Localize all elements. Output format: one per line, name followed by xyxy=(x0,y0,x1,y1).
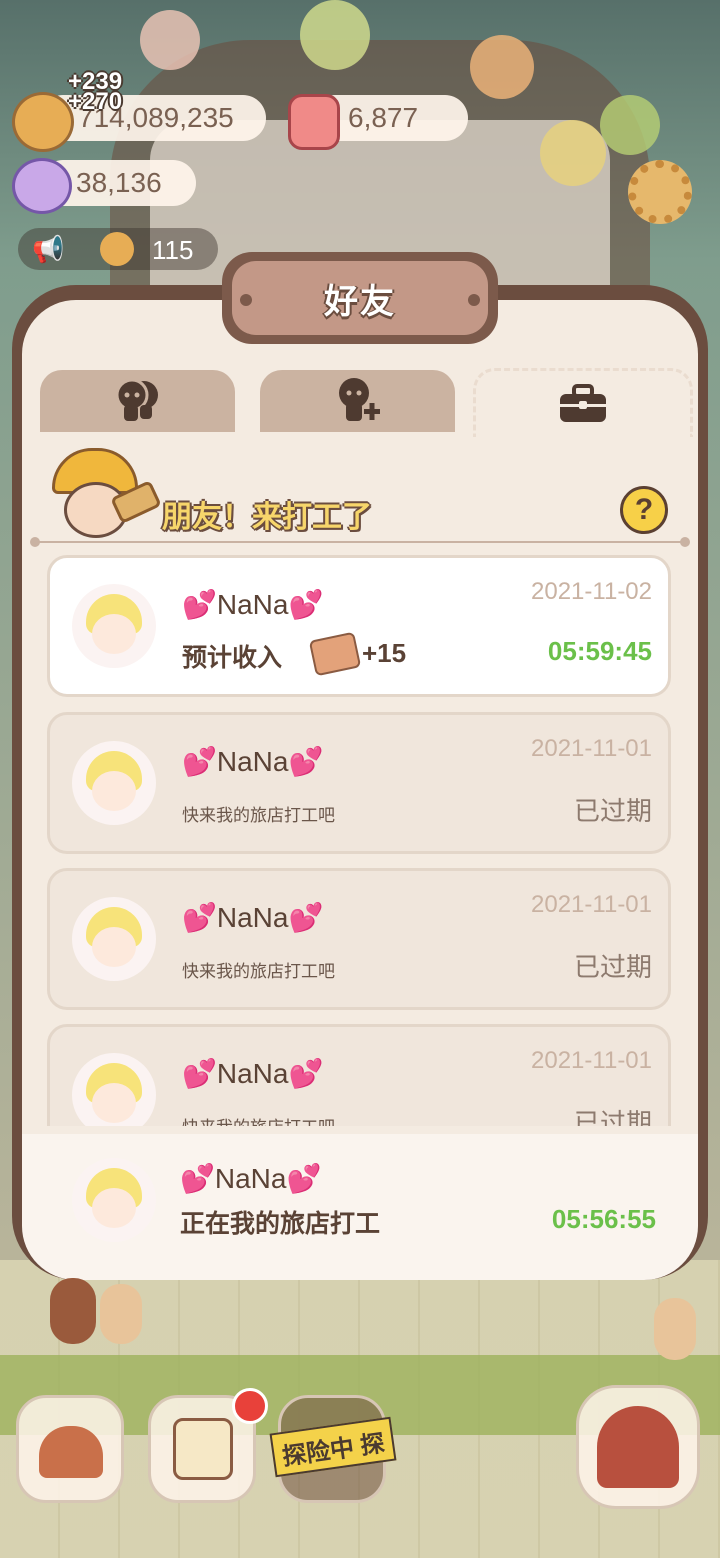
bubble-decoration xyxy=(300,0,370,70)
invite-message: 快来我的旅店打工吧 xyxy=(182,1113,335,1126)
bubble-decoration xyxy=(600,95,660,155)
friend-name: 💕NaNa💕 xyxy=(182,902,324,933)
cookie-character xyxy=(100,1284,142,1344)
expired-label: 已过期 xyxy=(573,952,652,982)
invite-list[interactable]: 💕NaNa💕 2021-11-02 预计收入 +15 05:59:45 💕NaN… xyxy=(22,548,698,1126)
invite-card[interactable]: 💕NaNa💕 2021-11-01 快来我的旅店打工吧 已过期 xyxy=(47,1024,671,1126)
circus-button[interactable] xyxy=(576,1385,700,1509)
worker-timer: 05:56:55 xyxy=(551,1204,656,1234)
invite-date: 2021-11-01 xyxy=(531,1047,652,1074)
friend-name: 💕NaNa💕 xyxy=(182,746,324,777)
cookie-character xyxy=(654,1298,696,1360)
visitor-bar[interactable]: 📢 115 xyxy=(18,228,218,270)
tent-icon xyxy=(597,1406,679,1488)
avatar xyxy=(72,584,156,668)
worker-name: 💕NaNa💕 xyxy=(180,1163,322,1194)
expired-label: 已过期 xyxy=(573,796,652,826)
question-icon: ? xyxy=(634,493,654,526)
divider-dot xyxy=(30,537,40,547)
megaphone-icon: 📢 xyxy=(32,234,65,264)
banner-title: 朋友！来打工了 xyxy=(162,501,372,534)
candy-balance-value: 38,136 xyxy=(76,167,162,198)
tab-work[interactable] xyxy=(473,368,693,437)
worker-status: 正在我的旅店打工 xyxy=(180,1210,381,1238)
friends-icon xyxy=(115,378,158,421)
game-scene: 714,089,235 +239 +270 6,877 38,136 📢 115… xyxy=(0,0,720,1558)
help-button[interactable]: ? xyxy=(620,486,668,534)
add-friend-icon xyxy=(338,378,380,421)
dialog-title: 好友 xyxy=(232,261,488,335)
bubble-decoration xyxy=(140,10,200,70)
reward-amount: +15 xyxy=(362,638,407,668)
divider xyxy=(34,541,686,543)
invite-card[interactable]: 💕NaNa💕 2021-11-01 快来我的旅店打工吧 已过期 xyxy=(47,868,671,1010)
worker-mascot xyxy=(44,448,162,540)
countdown-timer: 05:59:45 xyxy=(547,636,652,666)
invite-card[interactable]: 💕NaNa💕 2021-11-02 预计收入 +15 05:59:45 xyxy=(47,555,671,697)
expected-income-label: 预计收入 xyxy=(182,644,283,672)
gingerbread-character xyxy=(50,1278,96,1344)
jelly-balance-value: 6,877 xyxy=(348,102,419,133)
bubble-decoration xyxy=(540,120,606,186)
notification-badge xyxy=(232,1388,268,1424)
candy-icon xyxy=(12,158,72,214)
friend-name: 💕NaNa💕 xyxy=(182,1058,324,1089)
avatar xyxy=(72,897,156,981)
invite-date: 2021-11-02 xyxy=(531,578,652,605)
visitor-count: 115 xyxy=(152,235,194,265)
visitor-icon xyxy=(100,232,134,266)
diary-icon xyxy=(173,1418,233,1480)
ticket-icon xyxy=(308,631,362,677)
invite-card[interactable]: 💕NaNa💕 2021-11-01 快来我的旅店打工吧 已过期 xyxy=(47,712,671,854)
jelly-icon xyxy=(288,94,340,150)
invite-message: 快来我的旅店打工吧 xyxy=(182,962,335,981)
tab-add-friend[interactable] xyxy=(260,370,455,432)
invite-message: 快来我的旅店打工吧 xyxy=(182,806,335,825)
invite-date: 2021-11-01 xyxy=(531,891,652,918)
house-icon xyxy=(39,1426,103,1478)
cookie-icon xyxy=(12,92,74,152)
avatar xyxy=(72,1053,156,1126)
friend-name: 💕NaNa💕 xyxy=(182,589,324,620)
home-button[interactable] xyxy=(16,1395,124,1503)
avatar xyxy=(72,741,156,825)
briefcase-icon xyxy=(560,384,606,422)
expired-label: 已过期 xyxy=(573,1108,652,1126)
cookie-gain: +270 xyxy=(68,88,123,115)
invite-date: 2021-11-01 xyxy=(531,735,652,762)
bubble-decoration xyxy=(470,35,534,99)
rivet-decoration xyxy=(240,294,252,306)
tab-friends[interactable] xyxy=(40,370,235,432)
settings-gear-icon[interactable] xyxy=(628,160,692,224)
divider-dot xyxy=(680,537,690,547)
avatar xyxy=(72,1158,156,1242)
rivet-decoration xyxy=(468,294,480,306)
